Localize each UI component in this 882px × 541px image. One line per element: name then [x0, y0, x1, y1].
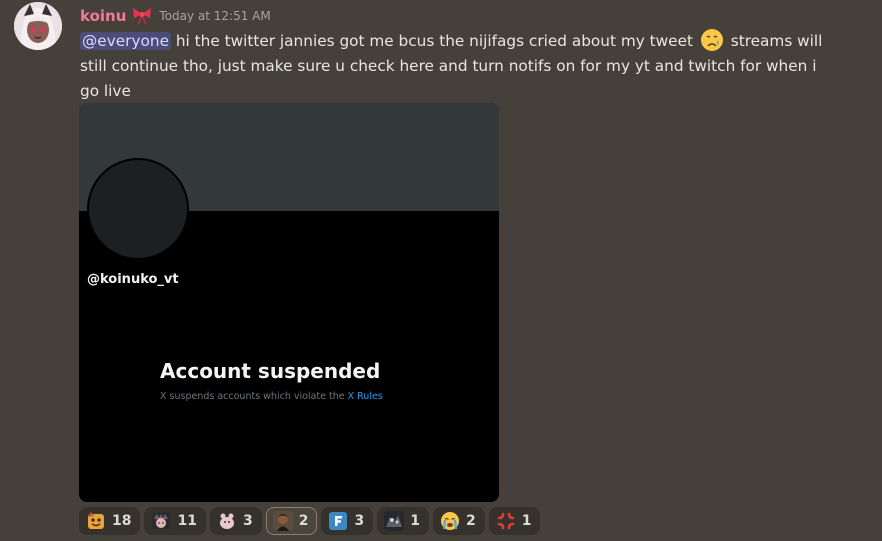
custom-emoji-3-icon: [217, 511, 237, 531]
reaction-count: 2: [298, 513, 309, 529]
reaction-count: 3: [354, 513, 365, 529]
reaction-button[interactable]: 2: [432, 507, 485, 535]
custom-emoji-4-icon: [272, 511, 293, 531]
reaction-count: 11: [177, 513, 197, 529]
reaction-button[interactable]: 3: [209, 507, 262, 535]
ribbon-icon: [131, 6, 153, 26]
crying-face-icon: [700, 28, 724, 52]
message-timestamp: Today at 12:51 AM: [159, 9, 271, 23]
custom-emoji-6-icon: [384, 511, 405, 531]
profile-handle: @koinuko_vt: [87, 272, 179, 287]
reaction-button[interactable]: 3: [321, 507, 374, 535]
anger-symbol-icon: [496, 511, 516, 531]
reaction-count: 3: [242, 513, 253, 529]
message-content: @everyone hi the twitter jannies got me …: [80, 28, 840, 104]
reaction-button[interactable]: 1: [488, 507, 541, 535]
reaction-button-selected[interactable]: 2: [265, 507, 318, 535]
username[interactable]: koinu: [80, 7, 126, 25]
reaction-count: 18: [112, 513, 132, 529]
x-rules-link: X Rules: [347, 391, 383, 402]
suspended-subtitle-text: X suspends accounts which violate the: [160, 391, 348, 402]
message-header: koinu Today at 12:51 AM: [80, 5, 271, 27]
reaction-count: 1: [521, 513, 532, 529]
reaction-count: 1: [410, 513, 420, 529]
suspended-title: Account suspended: [160, 359, 381, 383]
reaction-count: 2: [465, 513, 476, 529]
custom-emoji-2-icon: [151, 511, 171, 531]
user-avatar[interactable]: [14, 2, 62, 50]
profile-picture-placeholder: [87, 158, 189, 260]
reaction-button[interactable]: 11: [144, 507, 206, 535]
loudly-crying-face-icon: [440, 511, 460, 531]
suspended-subtitle: X suspends accounts which violate the X …: [160, 391, 383, 402]
chat-message: koinu Today at 12:51 AM @everyone hi the…: [0, 0, 882, 541]
reaction-button[interactable]: 1: [377, 507, 429, 535]
message-text: hi the twitter jannies got me bcus the n…: [170, 32, 698, 50]
reactions-bar: 18 11 3 2 3 1 2 1: [79, 507, 541, 535]
everyone-mention[interactable]: @everyone: [80, 32, 171, 50]
letter-f-icon: [328, 511, 348, 531]
custom-emoji-1-icon: [86, 511, 106, 531]
image-attachment[interactable]: @koinuko_vt Account suspended X suspends…: [79, 103, 499, 502]
reaction-button[interactable]: 18: [79, 507, 141, 535]
